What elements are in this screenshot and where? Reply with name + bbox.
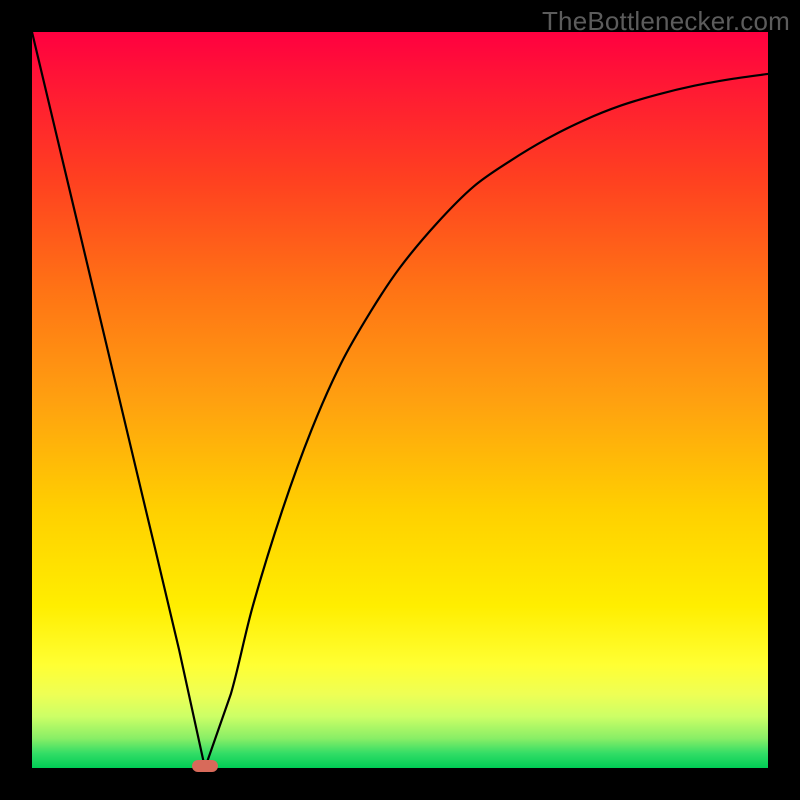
bottleneck-curve xyxy=(32,32,768,768)
plot-area xyxy=(32,32,768,768)
chart-frame: TheBottlenecker.com xyxy=(0,0,800,800)
minimum-marker xyxy=(192,760,218,772)
